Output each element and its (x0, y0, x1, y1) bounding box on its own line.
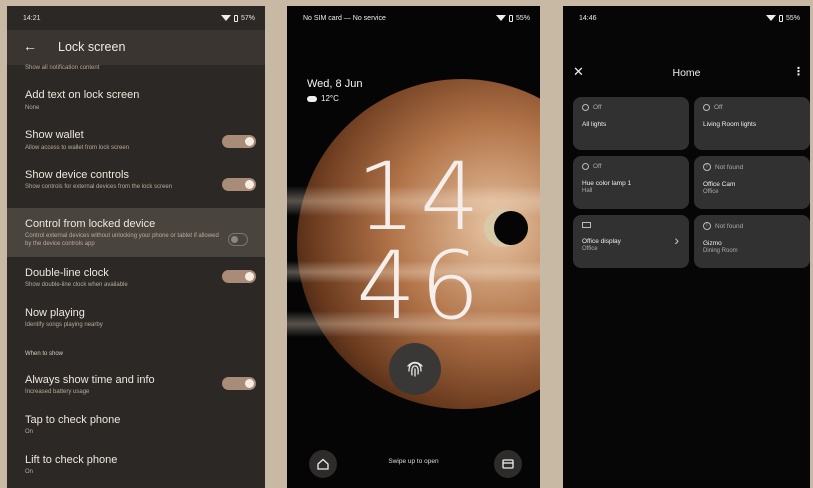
tile-name: Hue color lamp 1 (582, 180, 632, 187)
fingerprint-button[interactable] (389, 343, 441, 395)
page-title: Lock screen (58, 40, 126, 54)
bulb-icon (582, 163, 589, 170)
chevron-right-icon: › (674, 232, 679, 248)
battery-icon (233, 14, 238, 22)
lock-weather: 12°C (307, 94, 339, 103)
battery-icon (508, 14, 513, 22)
setting-show-device-controls[interactable]: Show device controls Show controls for e… (7, 169, 265, 207)
setting-add-text[interactable]: Add text on lock screen None (7, 89, 265, 119)
setting-always-show-time[interactable]: Always show time and info Increased batt… (7, 374, 265, 404)
tile-room: Hall (582, 188, 593, 194)
always-show-toggle[interactable] (222, 377, 256, 390)
bulb-icon (703, 104, 710, 111)
back-arrow-icon[interactable]: ← (23, 38, 37, 54)
double-line-clock-toggle[interactable] (222, 270, 256, 283)
clock-hours: 14 (356, 143, 484, 252)
tile-room: Office (582, 246, 598, 252)
row-subtitle: Increased battery usage (25, 389, 90, 395)
control-locked-toggle[interactable] (228, 233, 248, 246)
device-controls-phone: 14:46 55% ✕ Home ⋮ Off All lights Off Li… (563, 6, 810, 488)
row-title: Lift to check phone (25, 454, 118, 466)
status-time: 14:46 (579, 14, 597, 22)
home-title: Home (672, 67, 701, 79)
display-icon (582, 222, 591, 228)
row-title: Now playing (25, 307, 85, 319)
row-subtitle: None (25, 105, 40, 111)
status-time: 14:21 (23, 14, 41, 22)
row-title: Show device controls (25, 169, 129, 181)
row-subtitle: Allow access to wallet from lock screen (25, 145, 130, 151)
row-subtitle: Identify songs playing nearby (25, 322, 103, 328)
tile-status: Not found (715, 222, 744, 230)
tile-name: Office Cam (703, 181, 736, 188)
device-tile-gizmo[interactable]: ! Not found Gizmo Dining Room (694, 215, 810, 268)
battery-icon (778, 14, 783, 22)
tile-room: Office (703, 189, 719, 195)
tile-status: Off (593, 104, 602, 111)
wifi-icon (765, 15, 776, 21)
device-tile-office-cam[interactable]: ! Not found Office Cam Office (694, 156, 810, 209)
bulb-icon (582, 104, 589, 111)
battery-percent: 55% (515, 14, 530, 22)
row-subtitle: Control external devices without unlocki… (25, 233, 219, 247)
row-title: Add text on lock screen (25, 89, 140, 101)
show-wallet-toggle[interactable] (222, 135, 256, 148)
battery-percent: 55% (785, 14, 800, 22)
tile-status: Not found (715, 163, 744, 171)
fingerprint-icon (407, 361, 423, 377)
wifi-icon (495, 15, 506, 21)
row-subtitle: Show controls for external devices from … (25, 184, 173, 190)
row-title: Show wallet (25, 129, 84, 141)
app-bar: ← Lock screen (7, 30, 265, 65)
setting-double-line-clock[interactable]: Double-line clock Show double-line clock… (7, 267, 265, 297)
row-subtitle: Show all notification content (25, 65, 100, 71)
tile-status: Off (714, 104, 723, 111)
clock-minutes: 46 (356, 232, 484, 341)
tile-name: All lights (582, 121, 607, 128)
tile-room: Dining Room (703, 248, 738, 254)
row-subtitle: Show double-line clock when available (25, 282, 128, 288)
device-controls-toggle[interactable] (222, 178, 256, 191)
tile-status: Off (593, 163, 602, 170)
lock-screen-settings-panel: 14:21 57% ← Lock screen Show all notific… (7, 6, 265, 488)
info-icon: ! (703, 163, 711, 171)
setting-control-from-locked[interactable]: Control from locked device Control exter… (7, 218, 265, 256)
lock-date: Wed, 8 Jun (307, 78, 363, 90)
setting-now-playing[interactable]: Now playing Identify songs playing nearb… (7, 307, 265, 337)
status-bar: 14:21 57% (7, 6, 265, 30)
info-icon: ! (703, 222, 711, 230)
setting-lift-to-check[interactable]: Lift to check phone On (7, 454, 265, 484)
row-title: Double-line clock (25, 267, 109, 279)
row-subtitle: On (25, 429, 34, 435)
status-bar: No SIM card — No service 55% (287, 6, 540, 30)
row-subtitle: On (25, 469, 34, 475)
wallet-button[interactable] (494, 450, 522, 478)
device-tile-living-room-lights[interactable]: Off Living Room lights (694, 97, 810, 150)
tile-name: Living Room lights (703, 121, 757, 128)
section-header-label: When to show (25, 351, 64, 357)
row-title: Always show time and info (25, 374, 155, 386)
section-header: When to show (7, 350, 265, 362)
temperature: 12°C (321, 94, 339, 103)
lock-screen-phone: No SIM card — No service 55% Wed, 8 Jun … (287, 6, 540, 488)
cloud-icon (307, 95, 317, 102)
more-options-icon[interactable]: ⋮ (793, 65, 804, 78)
row-title: Tap to check phone (25, 414, 121, 426)
setting-show-wallet[interactable]: Show wallet Allow access to wallet from … (7, 129, 265, 159)
status-bar: 14:46 55% (563, 6, 810, 30)
device-tile-hue-lamp[interactable]: Off Hue color lamp 1 Hall (573, 156, 689, 209)
wifi-icon (220, 15, 231, 21)
setting-tap-to-check[interactable]: Tap to check phone On (7, 414, 265, 444)
battery-percent: 57% (240, 14, 255, 22)
device-tile-all-lights[interactable]: Off All lights (573, 97, 689, 150)
status-carrier: No SIM card — No service (303, 14, 386, 22)
tile-name: Office display (582, 238, 621, 245)
tile-name: Gizmo (703, 240, 722, 247)
device-tile-office-display[interactable]: Office display Office › (573, 215, 689, 268)
row-title: Control from locked device (25, 218, 156, 230)
wallet-icon (502, 459, 514, 469)
